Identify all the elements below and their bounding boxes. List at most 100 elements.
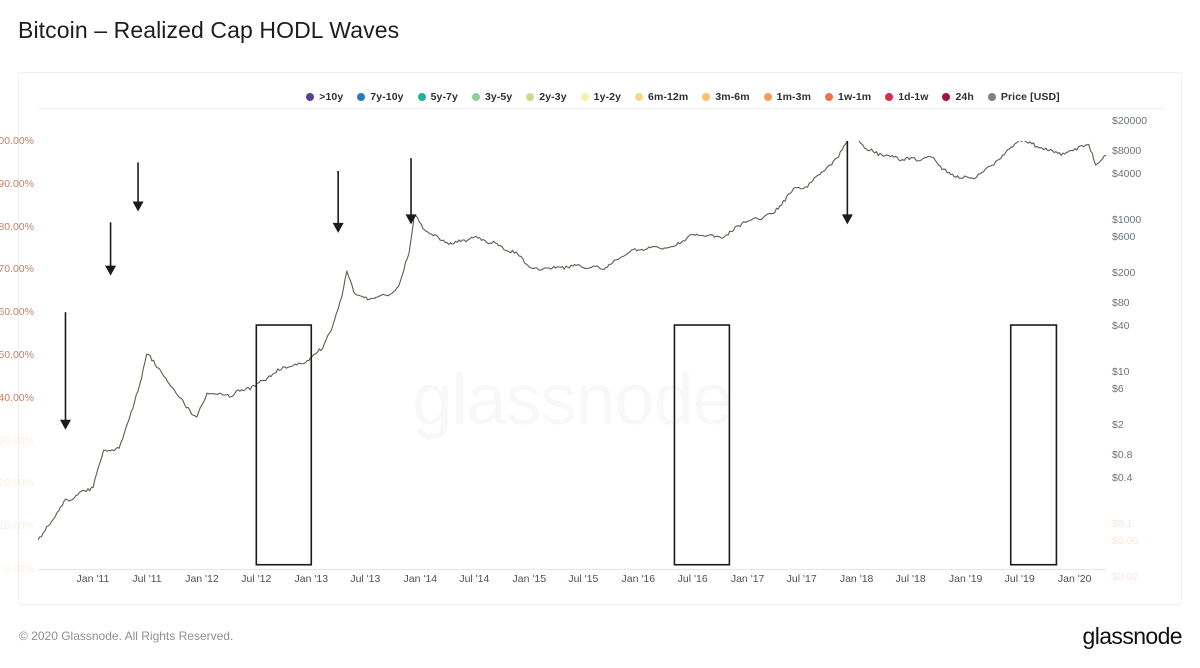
y-right-tick: $0.8 [1112,449,1133,462]
annotation-arrow [59,312,71,430]
legend-label: 2y-3y [539,91,567,103]
legend-item-1w-1m[interactable]: 1w-1m [825,91,871,103]
legend-label: 1d-1w [898,91,929,103]
y-left-tick: 10.00% [0,520,34,533]
annotation-box [255,324,313,566]
legend-swatch-icon [357,93,366,101]
y-right-tick: $0.06 [1112,534,1139,547]
legend-swatch-icon [306,93,315,101]
legend-swatch-icon [471,93,480,101]
x-axis-tick: Jul '15 [568,573,599,585]
legend-item-1y-2y[interactable]: 1y-2y [580,91,622,103]
y-right-tick: $6 [1112,382,1124,395]
x-axis-tick: Jul '12 [241,573,272,585]
legend-label: 7y-10y [370,91,404,103]
x-axis-tick: Jul '18 [895,573,926,585]
annotation-arrow [841,141,853,225]
legend-swatch-icon [825,93,834,101]
legend-swatch-icon [885,93,894,101]
x-axis-tick: Jan '16 [621,573,656,585]
legend-label: 1y-2y [593,91,622,103]
legend-item-6m-12m[interactable]: 6m-12m [635,91,688,103]
legend-swatch-icon [417,93,426,101]
annotation-box [1009,324,1058,566]
y-left-tick: 90.00% [0,177,34,190]
y-right-tick: $200 [1112,267,1136,279]
chart-legend: >10y 7y-10y 5y-7y 3y-5y 2y-3y 1y-2y 6m-12m 3m-6… [19,91,1181,103]
legend-item-1d-1w[interactable]: 1d-1w [885,91,928,103]
hodl-waves-svg [38,141,1106,566]
y-right-tick: $20000 [1112,115,1148,127]
y-right-tick: $80 [1112,297,1130,310]
legend-label: 3y-5y [484,91,513,103]
legend-item-3m-6m[interactable]: 3m-6m [702,91,750,103]
x-axis-tick: Jul '16 [677,573,708,585]
y-right-tick: $4000 [1112,168,1142,181]
legend-label: >10y [319,91,344,103]
y-left-tick: 70.00% [0,263,34,276]
y-right-tick: $10 [1112,365,1130,378]
legend-label: 6m-12m [648,91,689,103]
legend-item-5y-7y[interactable]: 5y-7y [417,91,458,103]
x-axis-tick: Jul '19 [1004,573,1035,585]
y-right-tick: $1000 [1112,213,1142,226]
y-left-tick: 50.00% [0,349,34,361]
x-axis-tick: Jul '17 [786,573,817,585]
legend-swatch-icon [635,93,644,101]
legend-label: 5y-7y [430,91,458,103]
y-axis-right-price: $0.02 $0.06 $0.1 $0.4 $0.8 $2 $6 $10 $40 $80 $200 $… [1106,115,1196,583]
annotation-arrow [132,162,144,212]
legend-divider [38,108,1165,109]
legend-label: 1m-3m [776,91,812,103]
legend-swatch-icon [942,93,951,101]
x-axis-tick: Jan '19 [948,573,983,585]
y-left-tick: 20.00% [0,477,34,490]
annotation-box [673,324,731,566]
legend-item-3y-5y[interactable]: 3y-5y [471,91,513,103]
x-axis-tick: Jul '14 [459,573,490,585]
legend-label: 24h [955,91,974,103]
legend-swatch-icon [987,93,996,101]
annotation-arrow [405,158,417,225]
x-axis-tick: Jan '12 [185,573,219,585]
y-left-tick: 0.00% [4,563,34,575]
legend-swatch-icon [763,93,772,101]
legend-item-2y-3y[interactable]: 2y-3y [526,91,567,103]
x-axis-dates: Jan '11 Jul '11 Jan '12 Jul '12 Jan '13 Jul '… [38,573,1106,593]
arrow-head-icon [105,265,117,276]
x-axis-tick: Jan '20 [1057,573,1092,585]
arrow-head-icon [59,419,71,430]
y-right-tick: $8000 [1112,145,1142,158]
arrow-head-icon [132,201,144,212]
legend-item-10y[interactable]: >10y [306,91,343,103]
legend-label: 1w-1m [838,91,872,103]
annotation-arrow [332,170,344,233]
legend-swatch-icon [580,93,589,101]
glassnode-logo: glassnode [1082,623,1183,649]
y-right-tick: $0.02 [1112,571,1139,583]
legend-swatch-icon [702,93,711,101]
y-left-tick: 30.00% [0,434,34,447]
x-axis-tick: Jan '17 [730,573,765,585]
arrow-head-icon [841,214,853,225]
plot-area[interactable]: glassnode [38,141,1106,569]
legend-item-price-usd[interactable]: Price [USD] [987,91,1060,103]
y-right-tick: $600 [1112,230,1136,243]
y-left-tick: 100.00% [0,135,34,147]
copyright-text: © 2020 Glassnode. All Rights Reserved. [19,629,234,643]
legend-label: 3m-6m [715,91,750,103]
legend-item-24h[interactable]: 24h [942,91,974,103]
y-right-tick: $40 [1112,320,1130,333]
legend-item-7y-10y[interactable]: 7y-10y [357,91,403,103]
y-left-tick: 40.00% [0,391,34,404]
x-axis-tick: Jul '13 [350,573,381,585]
x-axis-tick: Jan '11 [76,573,110,585]
legend-swatch-icon [526,93,535,101]
y-left-tick: 60.00% [0,306,34,319]
legend-item-1m-3m[interactable]: 1m-3m [763,91,812,103]
x-axis-tick: Jan '13 [294,573,329,585]
y-right-tick: $0.4 [1112,472,1133,485]
x-axis-tick: Jan '18 [839,573,874,585]
y-right-tick: $0.1 [1112,517,1133,530]
arrow-head-icon [332,222,344,233]
